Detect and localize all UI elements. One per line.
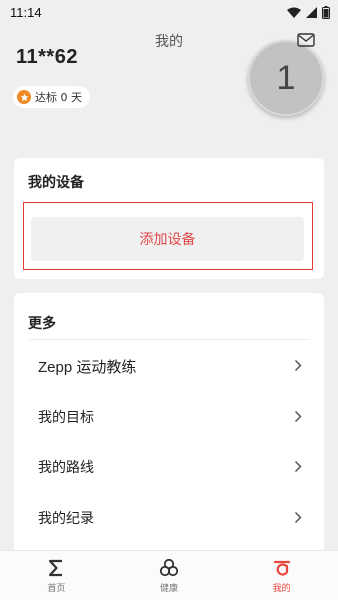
menu-item-label: 我的路线: [38, 460, 94, 476]
signal-icon: [306, 6, 317, 18]
health-icon: [158, 557, 180, 579]
chevron-right-icon: [294, 408, 302, 427]
battery-icon: [322, 5, 330, 19]
profile-icon: [271, 557, 293, 579]
divider: [28, 339, 310, 340]
nav-home-label: 首页: [47, 584, 66, 594]
nav-profile[interactable]: 我的: [225, 551, 338, 600]
more-title: 更多: [28, 316, 56, 332]
avatar-number: 1: [276, 58, 296, 97]
username[interactable]: 11**62: [16, 46, 78, 69]
days-badge[interactable]: 达标 0 天: [13, 86, 90, 108]
add-device-highlight: 添加设备: [23, 202, 313, 270]
days-badge-label: 达标 0 天: [35, 91, 82, 104]
chevron-right-icon: [294, 509, 302, 528]
my-devices-title: 我的设备: [28, 175, 84, 191]
status-bar: 11:14: [0, 0, 338, 24]
menu-item-label: 我的纪录: [38, 511, 94, 527]
wifi-icon: [287, 7, 301, 18]
my-devices-card: 我的设备 添加设备: [14, 158, 324, 279]
nav-health[interactable]: 健康: [113, 551, 226, 600]
menu-item-zepp-coach[interactable]: Zepp 运动教练: [14, 341, 324, 391]
nav-profile-label: 我的: [272, 584, 291, 594]
menu-item-my-routes[interactable]: 我的路线: [14, 442, 324, 492]
sigma-icon: [45, 557, 67, 579]
menu-item-label: 我的目标: [38, 410, 94, 426]
nav-home[interactable]: 首页: [0, 551, 113, 600]
menu-item-label: Zepp 运动教练: [38, 358, 137, 376]
star-badge-icon: [17, 90, 31, 104]
status-icons: [287, 5, 330, 19]
avatar[interactable]: 1: [248, 40, 324, 116]
chevron-right-icon: [294, 357, 302, 376]
menu-item-my-goals[interactable]: 我的目标: [14, 392, 324, 442]
add-device-button[interactable]: 添加设备: [31, 217, 304, 261]
nav-health-label: 健康: [160, 584, 179, 594]
bottom-nav: 首页 健康 我的: [0, 550, 338, 600]
more-card: 更多 Zepp 运动教练 我的目标 我的路线 我的纪录: [14, 293, 324, 555]
menu-item-my-records[interactable]: 我的纪录: [14, 493, 324, 543]
mail-icon[interactable]: [297, 32, 315, 47]
chevron-right-icon: [294, 458, 302, 477]
status-time: 11:14: [10, 4, 42, 20]
